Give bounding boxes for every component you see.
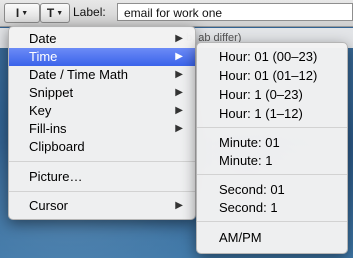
submenu-item-second-01[interactable]: Second: 01 xyxy=(219,182,285,197)
submenu-arrow-icon: ▶ xyxy=(175,105,183,116)
menu-item-cursor[interactable]: Cursor ▶ xyxy=(9,197,195,215)
submenu-item-hour-1-1-12[interactable]: Hour: 1 (1–12) xyxy=(219,106,303,121)
menu-item-label: Date / Time Math xyxy=(29,67,128,82)
menu-item-label: Picture… xyxy=(29,169,83,184)
menu-item-time[interactable]: Time ▶ xyxy=(9,48,195,66)
text-style-button[interactable]: T ▼ xyxy=(40,3,70,23)
submenu-arrow-icon: ▶ xyxy=(175,33,183,44)
menu-item-label: Time xyxy=(29,49,58,64)
submenu-separator xyxy=(197,174,347,175)
label-caption: Label: xyxy=(73,5,106,19)
submenu-arrow-icon: ▶ xyxy=(175,200,183,211)
menu-separator xyxy=(9,191,195,192)
menu-item-picture[interactable]: Picture… xyxy=(9,168,195,186)
menu-item-snippet[interactable]: Snippet ▶ xyxy=(9,84,195,102)
label-input[interactable]: email for work one xyxy=(117,3,353,21)
toolbar: I ▼ T ▼ Label: email for work one xyxy=(0,0,353,27)
submenu-arrow-icon: ▶ xyxy=(175,69,183,80)
menu-item-fill-ins[interactable]: Fill-ins ▶ xyxy=(9,120,195,138)
text-icon: T xyxy=(46,6,55,20)
submenu-item-second-1[interactable]: Second: 1 xyxy=(219,200,278,215)
menu-item-label: Snippet xyxy=(29,85,74,100)
insert-menu: Date ▶ Time ▶ Date / Time Math ▶ Snippet… xyxy=(8,26,196,220)
menu-item-date[interactable]: Date ▶ xyxy=(9,30,195,48)
submenu-item-minute-01[interactable]: Minute: 01 xyxy=(219,135,280,150)
submenu-arrow-icon: ▶ xyxy=(175,123,183,134)
chevron-down-icon: ▼ xyxy=(56,9,64,17)
cursor-insert-button[interactable]: I ▼ xyxy=(4,3,40,23)
submenu-arrow-icon: ▶ xyxy=(175,87,183,98)
menu-item-label: Fill-ins xyxy=(29,121,67,136)
submenu-separator xyxy=(197,127,347,128)
time-submenu: Hour: 01 (00–23) Hour: 01 (01–12) Hour: … xyxy=(196,42,348,254)
submenu-item-hour-1-0-23[interactable]: Hour: 1 (0–23) xyxy=(219,87,303,102)
menu-item-label: Cursor xyxy=(29,198,69,213)
menu-item-date-time-math[interactable]: Date / Time Math ▶ xyxy=(9,66,195,84)
menu-item-label: Clipboard xyxy=(29,139,85,154)
submenu-item-hour-01-00-23[interactable]: Hour: 01 (00–23) xyxy=(219,49,317,64)
submenu-item-am-pm[interactable]: AM/PM xyxy=(219,230,262,245)
submenu-arrow-icon: ▶ xyxy=(175,51,183,62)
submenu-item-hour-01-01-12[interactable]: Hour: 01 (01–12) xyxy=(219,68,317,83)
submenu-separator xyxy=(197,221,347,222)
menu-item-label: Date xyxy=(29,31,57,46)
menu-item-clipboard[interactable]: Clipboard xyxy=(9,138,195,156)
menu-item-label: Key xyxy=(29,103,52,118)
text-cursor-icon: I xyxy=(15,6,20,20)
submenu-item-minute-1[interactable]: Minute: 1 xyxy=(219,153,272,168)
chevron-down-icon: ▼ xyxy=(21,9,29,17)
menu-separator xyxy=(9,161,195,162)
menu-item-key[interactable]: Key ▶ xyxy=(9,102,195,120)
